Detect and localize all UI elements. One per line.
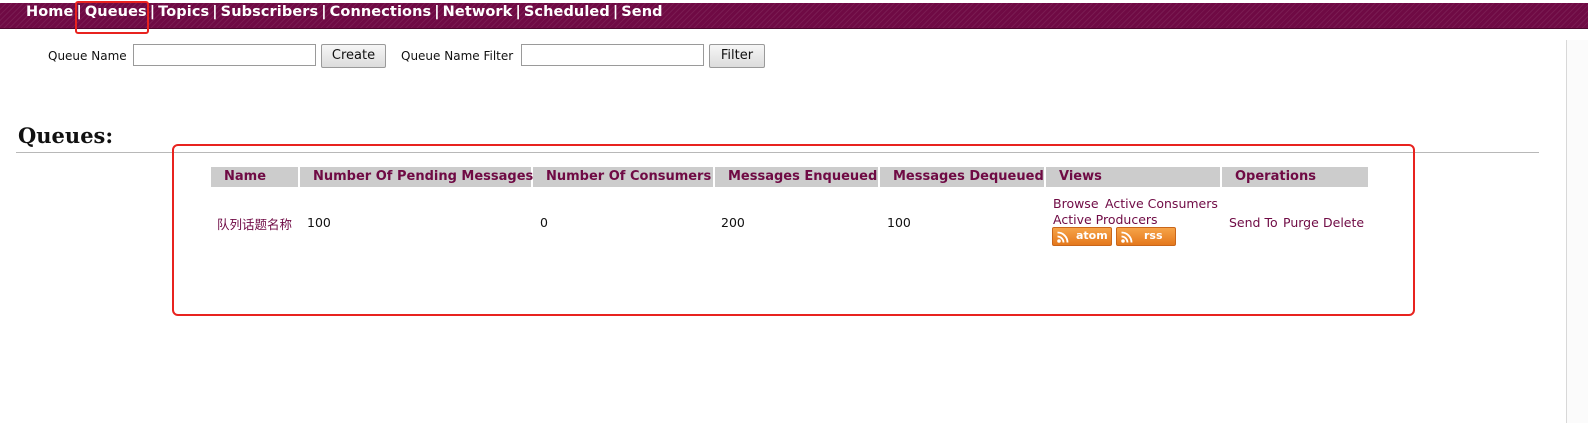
queue-name-input[interactable]: [133, 44, 316, 66]
nav-separator: |: [612, 4, 619, 20]
nav-subscribers[interactable]: Subscribers: [221, 4, 319, 20]
nav-send[interactable]: Send: [621, 4, 662, 20]
queue-filter-input[interactable]: [521, 44, 704, 66]
nav-separator: |: [515, 4, 521, 20]
queue-filter-label: Queue Name Filter: [401, 49, 514, 63]
scrollbar[interactable]: [1566, 40, 1588, 423]
page-title: Queues:: [18, 123, 114, 148]
queues-highlight-box: [75, 1, 149, 34]
nav-home[interactable]: Home: [26, 4, 73, 20]
nav-separator: |: [212, 4, 218, 20]
nav-separator: |: [434, 4, 440, 20]
filter-button[interactable]: Filter: [709, 44, 765, 68]
queue-name-label: Queue Name: [48, 49, 127, 63]
nav-separator: |: [321, 4, 327, 20]
nav-network[interactable]: Network: [443, 4, 513, 20]
create-button[interactable]: Create: [321, 44, 386, 68]
nav-scheduled[interactable]: Scheduled: [524, 4, 610, 20]
nav-connections[interactable]: Connections: [330, 4, 432, 20]
table-highlight-box: [172, 144, 1415, 316]
nav-topics[interactable]: Topics: [158, 4, 209, 20]
